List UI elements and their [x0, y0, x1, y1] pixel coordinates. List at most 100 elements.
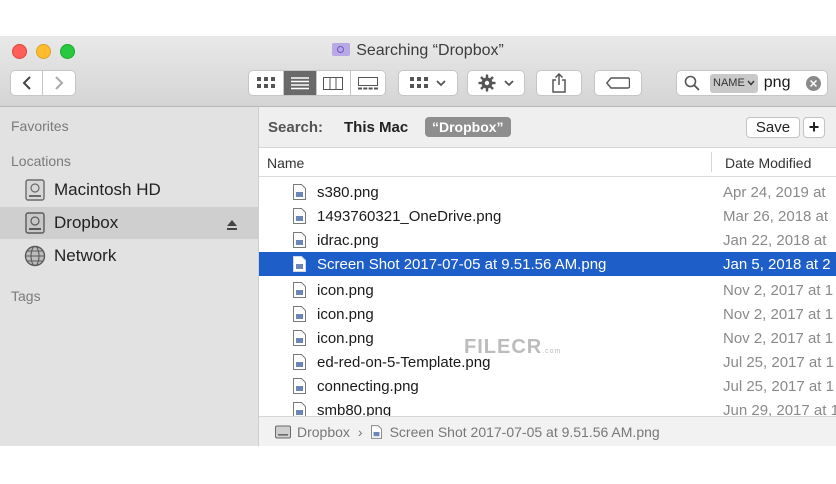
sidebar: Favorites Locations Macintosh HD Dropbox… — [0, 107, 259, 446]
file-date: Jul 25, 2017 at 1 — [723, 353, 834, 371]
file-date: Jan 5, 2018 at 2 — [723, 255, 831, 273]
search-field[interactable]: NAME png — [676, 70, 828, 96]
save-search-button[interactable]: Save — [746, 117, 800, 138]
share-icon — [552, 73, 566, 93]
sidebar-item-network[interactable]: Network — [0, 240, 258, 272]
close-icon — [810, 80, 817, 87]
search-icon — [684, 75, 700, 91]
chevron-left-icon — [22, 76, 31, 90]
watermark-text: FILECR — [464, 336, 543, 358]
action-menu[interactable] — [467, 70, 525, 96]
search-token-label: NAME — [713, 77, 745, 89]
tags-heading: Tags — [11, 288, 41, 304]
file-name: connecting.png — [317, 377, 419, 395]
favorites-heading: Favorites — [11, 118, 69, 134]
chevron-right-icon — [55, 76, 64, 90]
list-item[interactable]: icon.png Nov 2, 2017 at 1 — [259, 302, 836, 326]
hard-drive-icon — [24, 212, 46, 234]
sidebar-item-macintosh-hd[interactable]: Macintosh HD — [0, 174, 258, 206]
file-name: s380.png — [317, 183, 379, 201]
sidebar-item-label: Macintosh HD — [54, 180, 161, 199]
file-date: Jul 25, 2017 at 1 — [723, 377, 834, 395]
file-date: Mar 26, 2018 at — [723, 207, 829, 225]
sidebar-item-label: Network — [54, 246, 117, 265]
eject-icon[interactable] — [226, 216, 238, 236]
search-scope-label: Search: — [268, 119, 324, 136]
image-file-icon — [293, 354, 306, 370]
column-divider[interactable] — [711, 152, 712, 172]
title-bar: Searching “Dropbox” NAME png — [0, 36, 836, 107]
image-file-icon — [293, 232, 306, 248]
list-item[interactable]: connecting.png Jul 25, 2017 at 1 — [259, 374, 836, 398]
image-file-icon — [293, 306, 306, 322]
back-button[interactable] — [11, 71, 44, 95]
list-item[interactable]: idrac.png Jan 22, 2018 at — [259, 228, 836, 252]
add-criteria-button[interactable]: + — [803, 117, 825, 138]
image-file-icon — [293, 330, 306, 346]
column-view-button[interactable] — [317, 71, 351, 95]
group-by-menu[interactable] — [398, 70, 458, 96]
file-date: Nov 2, 2017 at 1 — [723, 329, 834, 347]
path-item-dropbox[interactable]: Dropbox — [297, 424, 350, 440]
image-file-icon — [370, 425, 382, 439]
path-separator: › — [357, 424, 363, 440]
image-file-icon — [293, 378, 306, 394]
list-item[interactable]: s380.png Apr 24, 2019 at — [259, 180, 836, 204]
chevron-down-icon — [504, 80, 514, 87]
search-input-value: png — [763, 74, 791, 91]
column-header-row: Name Date Modified — [259, 148, 836, 177]
path-item-file[interactable]: Screen Shot 2017-07-05 at 9.51.56 AM.png — [390, 424, 660, 440]
window-title-text: Searching “Dropbox” — [356, 42, 504, 59]
file-name: icon.png — [317, 329, 374, 347]
share-button[interactable] — [536, 70, 582, 96]
image-file-icon — [293, 184, 306, 200]
navigation-buttons — [10, 70, 76, 96]
chevron-down-icon — [747, 80, 755, 86]
forward-button[interactable] — [43, 71, 75, 95]
image-file-icon — [293, 282, 306, 298]
window-title: Searching “Dropbox” — [0, 42, 836, 60]
file-name: 1493760321_OneDrive.png — [317, 207, 502, 225]
list-item-selected[interactable]: Screen Shot 2017-07-05 at 9.51.56 AM.png… — [259, 252, 836, 276]
list-view-button[interactable] — [283, 71, 318, 95]
column-header-date-modified[interactable]: Date Modified — [725, 155, 811, 171]
watermark-logo: FILECR.com — [464, 336, 561, 359]
globe-icon — [24, 245, 46, 267]
group-grid-icon — [410, 77, 428, 88]
view-mode-control — [248, 70, 386, 96]
columns-icon — [323, 76, 344, 90]
file-name: idrac.png — [317, 231, 379, 249]
image-file-icon — [293, 256, 306, 272]
gallery-view-button[interactable] — [351, 71, 385, 95]
file-date: Jan 22, 2018 at — [723, 231, 827, 249]
clear-search-button[interactable] — [806, 76, 821, 91]
gallery-icon — [357, 76, 378, 89]
tag-icon — [606, 77, 630, 89]
path-bar: Dropbox › Screen Shot 2017-07-05 at 9.51… — [259, 416, 836, 446]
column-header-name[interactable]: Name — [267, 155, 304, 171]
search-token[interactable]: NAME — [710, 73, 758, 93]
hard-drive-icon — [275, 425, 291, 439]
locations-heading: Locations — [11, 153, 71, 169]
file-name: Screen Shot 2017-07-05 at 9.51.56 AM.png — [317, 255, 607, 273]
smart-folder-icon — [332, 43, 351, 56]
icon-grid-icon — [256, 77, 275, 88]
file-date: Nov 2, 2017 at 1 — [723, 281, 834, 299]
list-item[interactable]: icon.png Nov 2, 2017 at 1 — [259, 278, 836, 302]
finder-window: Searching “Dropbox” NAME png Favorites L… — [0, 36, 836, 446]
icon-view-button[interactable] — [249, 71, 284, 95]
hard-drive-icon — [24, 179, 46, 201]
file-name: icon.png — [317, 281, 374, 299]
sidebar-item-dropbox[interactable]: Dropbox — [0, 207, 258, 239]
scope-this-mac[interactable]: This Mac — [344, 119, 408, 136]
gear-icon — [478, 74, 496, 92]
file-list-pane: Search: This Mac “Dropbox” Save + Name D… — [259, 107, 836, 446]
file-name: icon.png — [317, 305, 374, 323]
edit-tags-button[interactable] — [594, 70, 642, 96]
search-scope-bar: Search: This Mac “Dropbox” Save + — [259, 107, 836, 148]
chevron-down-icon — [436, 80, 446, 87]
sidebar-item-label: Dropbox — [54, 213, 119, 232]
list-item[interactable]: 1493760321_OneDrive.png Mar 26, 2018 at — [259, 204, 836, 228]
scope-dropbox[interactable]: “Dropbox” — [425, 117, 511, 137]
watermark-suffix: .com — [542, 348, 562, 355]
